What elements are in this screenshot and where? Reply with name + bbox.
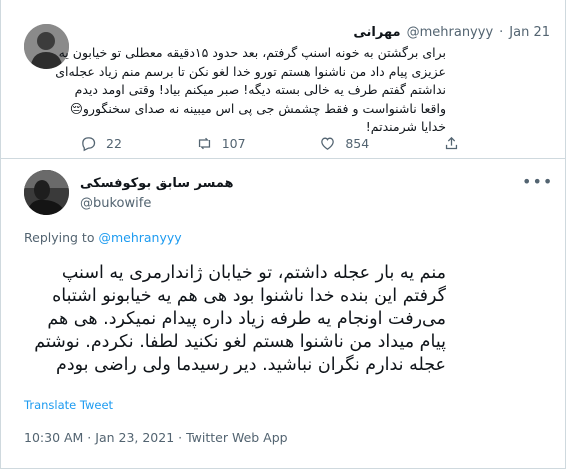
- avatar-photo: [24, 170, 69, 215]
- like-button[interactable]: 854: [319, 133, 369, 153]
- retweet-count: 107: [221, 135, 246, 151]
- replying-to: Replying to @mehranyyy: [24, 230, 182, 245]
- tweet-text: منم یه بار عجله داشتم، تو خیابان ژاندارم…: [34, 263, 446, 375]
- translate-tweet-link[interactable]: Translate Tweet: [24, 398, 113, 412]
- retweet-icon: [198, 137, 210, 149]
- retweet-button[interactable]: 107: [196, 133, 246, 153]
- author-name[interactable]: مهرانی: [353, 25, 400, 40]
- avatar[interactable]: [24, 170, 69, 215]
- replying-label: Replying to: [24, 230, 95, 245]
- reply-button[interactable]: 22: [80, 133, 122, 153]
- reply-count: 22: [106, 135, 122, 151]
- mention-link[interactable]: @mehranyyy: [98, 230, 181, 245]
- like-icon: [321, 137, 335, 150]
- tweet-divider: [0, 158, 566, 159]
- more-icon[interactable]: •••: [522, 174, 552, 194]
- author-name[interactable]: همسر سابق بوکوفسکی: [80, 176, 234, 191]
- separator: ·: [499, 24, 504, 40]
- tweet-actions: 22 107 854: [80, 133, 460, 153]
- like-count: 854: [345, 135, 370, 151]
- author-handle[interactable]: @bukowife: [80, 196, 151, 211]
- share-button[interactable]: [443, 133, 460, 153]
- tweet-text: برای برگشتن به خونه اسنپ گرفتم، بعد حدود…: [55, 45, 446, 134]
- reply-icon: [82, 136, 96, 151]
- author-handle[interactable]: @mehranyyy: [407, 25, 494, 40]
- share-icon: [445, 136, 458, 149]
- tweet-timestamp[interactable]: 10:30 AM · Jan 23, 2021 · Twitter Web Ap…: [24, 430, 288, 445]
- tweet-header: مهرانی @mehranyyy · Jan 21: [353, 22, 550, 42]
- tweet-date[interactable]: Jan 21: [509, 25, 550, 40]
